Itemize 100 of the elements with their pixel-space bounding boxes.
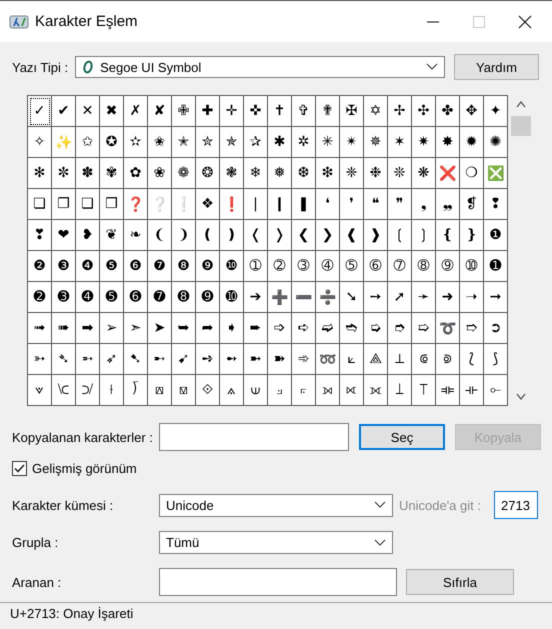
character-cell[interactable]: ❥	[76, 220, 100, 251]
character-cell[interactable]: ⟄	[436, 344, 460, 375]
character-cell[interactable]: ➗	[316, 282, 340, 313]
character-cell[interactable]: ✘	[148, 96, 172, 127]
character-cell[interactable]: ✔	[52, 96, 76, 127]
character-cell[interactable]: ❇	[316, 158, 340, 189]
character-cell[interactable]: ⟌	[124, 375, 148, 406]
character-cell[interactable]: ✷	[412, 127, 436, 158]
character-cell[interactable]: ➘	[340, 282, 364, 313]
character-cell[interactable]: ⟉	[76, 375, 100, 406]
character-cell[interactable]: ❘	[244, 189, 268, 220]
character-cell[interactable]: ➱	[460, 313, 484, 344]
character-cell[interactable]: ❋	[412, 158, 436, 189]
character-cell[interactable]: ✞	[292, 96, 316, 127]
scroll-down-icon[interactable]	[516, 393, 526, 400]
character-cell[interactable]: ➙	[364, 282, 388, 313]
character-cell[interactable]: ❛	[316, 189, 340, 220]
character-cell[interactable]: ➃	[316, 251, 340, 282]
character-cell[interactable]: ➬	[340, 313, 364, 344]
character-cell[interactable]: ✣	[412, 96, 436, 127]
character-cell[interactable]: ❡	[460, 189, 484, 220]
character-cell[interactable]: ➴	[52, 344, 76, 375]
character-cell[interactable]: ➇	[412, 251, 436, 282]
character-cell[interactable]: ✙	[172, 96, 196, 127]
character-cell[interactable]: ❭	[268, 220, 292, 251]
character-cell[interactable]: ✻	[28, 158, 52, 189]
character-cell[interactable]: ❒	[100, 189, 124, 220]
character-cell[interactable]: ❰	[340, 220, 364, 251]
character-cell[interactable]: ❲	[388, 220, 412, 251]
character-cell[interactable]: ❴	[436, 220, 460, 251]
character-cell[interactable]: ➯	[412, 313, 436, 344]
character-cell[interactable]: ✟	[316, 96, 340, 127]
character-cell[interactable]: ❮	[292, 220, 316, 251]
character-cell[interactable]: ❦	[100, 220, 124, 251]
character-cell[interactable]: ➲	[484, 313, 508, 344]
checkbox[interactable]	[12, 461, 27, 476]
character-cell[interactable]: ✤	[436, 96, 460, 127]
character-cell[interactable]: ❄	[244, 158, 268, 189]
character-cell[interactable]: ❯	[316, 220, 340, 251]
character-cell[interactable]: ✼	[52, 158, 76, 189]
character-cell[interactable]: ✗	[124, 96, 148, 127]
character-cell[interactable]: ➮	[388, 313, 412, 344]
character-cell[interactable]: ➧	[220, 313, 244, 344]
scroll-thumb[interactable]	[511, 116, 531, 136]
character-cell[interactable]: ✮	[196, 127, 220, 158]
character-cell[interactable]: ✶	[388, 127, 412, 158]
character-cell[interactable]: ✳	[316, 127, 340, 158]
character-cell[interactable]: ⟈	[52, 375, 76, 406]
character-cell[interactable]: ✦	[484, 96, 508, 127]
character-cell[interactable]: ➋	[28, 282, 52, 313]
character-cell[interactable]: ❜	[340, 189, 364, 220]
font-dropdown[interactable]: Segoe UI Symbol	[75, 56, 445, 78]
character-cell[interactable]: ➺	[196, 344, 220, 375]
character-cell[interactable]: ❌	[436, 158, 460, 189]
character-cell[interactable]: ➵	[76, 344, 100, 375]
character-cell[interactable]: ❼	[148, 251, 172, 282]
character-cell[interactable]: ❩	[172, 220, 196, 251]
character-cell[interactable]: ➀	[244, 251, 268, 282]
close-icon[interactable]	[518, 14, 532, 28]
character-cell[interactable]: ✾	[100, 158, 124, 189]
character-cell[interactable]: ➫	[316, 313, 340, 344]
character-cell[interactable]: ➛	[412, 282, 436, 313]
character-cell[interactable]: ✖	[100, 96, 124, 127]
character-cell[interactable]: ❂	[196, 158, 220, 189]
character-cell[interactable]: ➿	[316, 344, 340, 375]
character-cell[interactable]: ➪	[292, 313, 316, 344]
character-cell[interactable]: ⟎	[148, 375, 172, 406]
character-cell[interactable]: ❽	[172, 251, 196, 282]
character-cell[interactable]: ✢	[388, 96, 412, 127]
character-cell[interactable]: ✝	[268, 96, 292, 127]
character-cell[interactable]: ⟅	[460, 344, 484, 375]
character-cell[interactable]: ➏	[124, 282, 148, 313]
character-cell[interactable]: ✰	[244, 127, 268, 158]
character-cell[interactable]: ➼	[244, 344, 268, 375]
character-cell[interactable]: ❀	[148, 158, 172, 189]
character-cell[interactable]: ❞	[388, 189, 412, 220]
character-cell[interactable]: ✪	[100, 127, 124, 158]
character-cell[interactable]: ➜	[436, 282, 460, 313]
character-cell[interactable]: ➐	[148, 282, 172, 313]
character-cell[interactable]: ✩	[76, 127, 100, 158]
character-cell[interactable]: ➉	[460, 251, 484, 282]
character-cell[interactable]: ➶	[100, 344, 124, 375]
character-cell[interactable]: ❧	[124, 220, 148, 251]
character-cell[interactable]: ➨	[244, 313, 268, 344]
character-cell[interactable]: ❾	[196, 251, 220, 282]
character-cell[interactable]: ⟆	[484, 344, 508, 375]
scroll-up-icon[interactable]	[516, 101, 526, 108]
character-cell[interactable]: ❆	[292, 158, 316, 189]
character-cell[interactable]: ✿	[124, 158, 148, 189]
character-cell[interactable]: ❙	[268, 189, 292, 220]
character-cell[interactable]: ❸	[52, 251, 76, 282]
character-cell[interactable]: ➸	[148, 344, 172, 375]
character-cell[interactable]: ⟏	[172, 375, 196, 406]
character-cell[interactable]: ❨	[148, 220, 172, 251]
character-cell[interactable]: ➽	[268, 344, 292, 375]
character-cell[interactable]: ❵	[460, 220, 484, 251]
character-cell[interactable]: ⟒	[244, 375, 268, 406]
character-cell[interactable]: ❊	[388, 158, 412, 189]
search-field[interactable]	[159, 568, 397, 596]
character-cell[interactable]: ⟁	[364, 344, 388, 375]
